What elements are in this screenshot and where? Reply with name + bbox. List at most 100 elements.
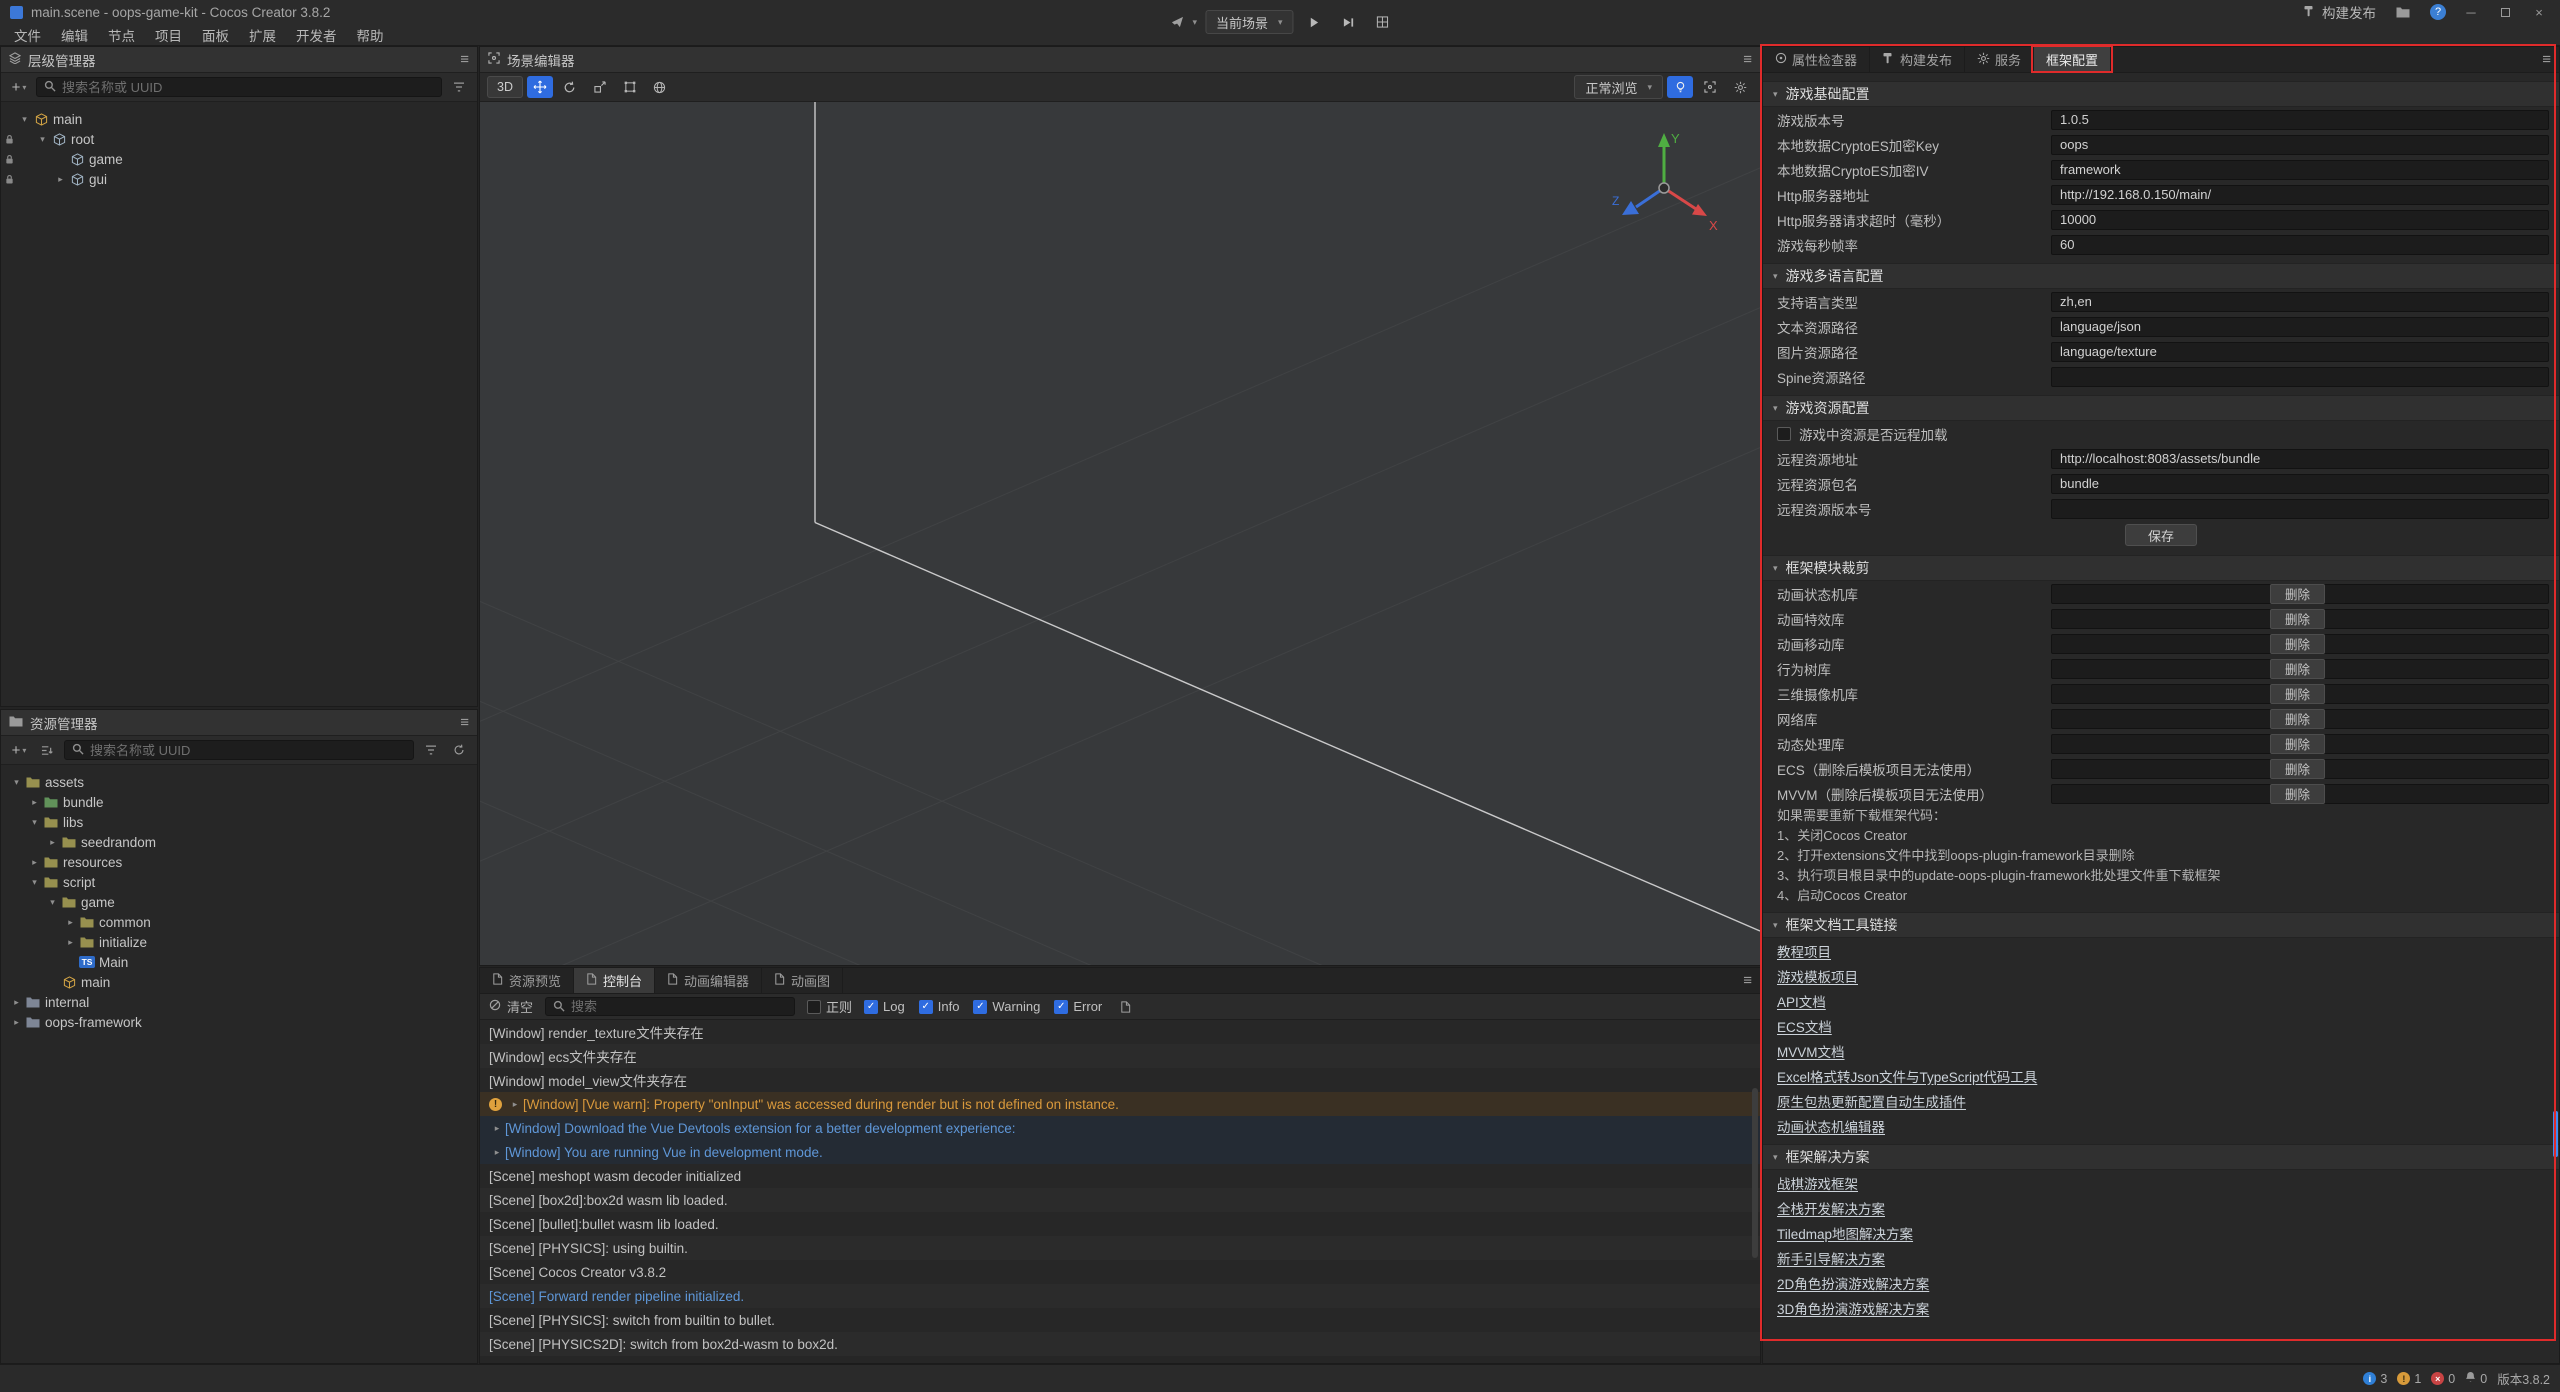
tree-row[interactable]: ▸internal — [1, 992, 477, 1012]
tree-row[interactable]: ▸seedrandom — [1, 832, 477, 852]
rotate-tool-button[interactable] — [557, 76, 583, 98]
expand-arrow[interactable]: ▸ — [27, 857, 42, 868]
doc-link[interactable]: MVVM文档 — [1777, 1041, 1845, 1061]
property-input[interactable]: 1.0.5 — [2051, 110, 2549, 130]
log-row[interactable]: !▸[Window] [Vue warn]: Property "onInput… — [480, 1092, 1760, 1116]
sort-icon[interactable] — [36, 740, 58, 760]
tree-row[interactable]: TSMain — [1, 952, 477, 972]
log-row[interactable]: [Scene] [PHYSICS2D]: switch from box2d-w… — [480, 1332, 1760, 1356]
frame-view-icon[interactable] — [1697, 76, 1723, 98]
property-input[interactable]: 10000 — [2051, 210, 2549, 230]
property-input[interactable]: http://192.168.0.150/main/ — [2051, 185, 2549, 205]
console-scrollbar[interactable] — [1752, 1088, 1758, 1258]
log-row[interactable]: [Window] model_view文件夹存在 — [480, 1068, 1760, 1092]
console-search-box[interactable] — [545, 997, 795, 1016]
property-input[interactable]: zh,en — [2051, 292, 2549, 312]
checkbox[interactable]: ✓ — [864, 1000, 878, 1014]
log-row[interactable]: ▸[Window] Download the Vue Devtools exte… — [480, 1116, 1760, 1140]
section-header[interactable]: ▾游戏基础配置 — [1763, 81, 2559, 107]
expand-arrow[interactable]: ▸ — [53, 174, 68, 185]
expand-arrow[interactable]: ▾ — [9, 777, 24, 788]
clear-button[interactable]: 清空 — [489, 997, 533, 1016]
chevron-down-icon[interactable]: ▾ — [1192, 17, 1197, 28]
log-row[interactable]: [Window] render_texture文件夹存在 — [480, 1020, 1760, 1044]
search-box[interactable] — [36, 77, 442, 97]
checkbox[interactable]: ✓ — [919, 1000, 933, 1014]
menu-item[interactable]: 项目 — [145, 25, 192, 45]
regex-checkbox[interactable] — [807, 1000, 821, 1014]
property-input[interactable] — [2051, 367, 2549, 387]
filter-log[interactable]: ✓Log — [864, 999, 905, 1014]
section-header[interactable]: ▾游戏多语言配置 — [1763, 263, 2559, 289]
log-row[interactable]: [Scene] Cocos Creator v3.8.2 — [480, 1260, 1760, 1284]
delete-button[interactable]: 删除 — [2270, 609, 2325, 629]
tree-row[interactable]: ▸bundle — [1, 792, 477, 812]
add-asset-button[interactable]: +▾ — [8, 740, 30, 760]
expand-arrow[interactable]: ▾ — [17, 114, 32, 125]
property-input[interactable]: oops — [2051, 135, 2549, 155]
property-input[interactable]: language/json — [2051, 317, 2549, 337]
panel-menu-icon[interactable]: ≡ — [1743, 972, 1752, 989]
filter-icon[interactable] — [448, 77, 470, 97]
log-row[interactable]: [Scene] Forward render pipeline initiali… — [480, 1284, 1760, 1308]
doc-link[interactable]: 全栈开发解决方案 — [1777, 1198, 1885, 1218]
help-icon[interactable]: ? — [2430, 4, 2446, 20]
view-mode-select[interactable]: 正常浏览 ▾ — [1574, 75, 1663, 99]
tree-row[interactable]: ▸oops-framework — [1, 1012, 477, 1032]
delete-button[interactable]: 删除 — [2270, 709, 2325, 729]
expand-arrow[interactable]: ▾ — [35, 134, 50, 145]
filter-info[interactable]: ✓Info — [919, 999, 960, 1014]
doc-link[interactable]: 新手引导解决方案 — [1777, 1248, 1885, 1268]
build-publish-button[interactable]: 构建发布 — [2303, 2, 2376, 22]
expand-arrow[interactable]: ▸ — [9, 997, 24, 1008]
tree-row[interactable]: ▸resources — [1, 852, 477, 872]
delete-button[interactable]: 删除 — [2270, 634, 2325, 654]
section-header[interactable]: ▾框架模块裁剪 — [1763, 555, 2559, 581]
doc-link[interactable]: 2D角色扮演游戏解决方案 — [1777, 1273, 1929, 1293]
doc-link[interactable]: 动画状态机编辑器 — [1777, 1116, 1885, 1136]
console-tab[interactable]: 资源预览 — [480, 968, 574, 993]
tree-row[interactable]: ▾script — [1, 872, 477, 892]
delete-button[interactable]: 删除 — [2270, 584, 2325, 604]
expand-arrow[interactable]: ▾ — [27, 817, 42, 828]
doc-link[interactable]: 3D角色扮演游戏解决方案 — [1777, 1298, 1929, 1318]
expand-arrow[interactable]: ▸ — [45, 837, 60, 848]
tree-row[interactable]: ▾libs — [1, 812, 477, 832]
log-row[interactable]: [Window] ecs文件夹存在 — [480, 1044, 1760, 1068]
log-row[interactable]: [Scene] [bullet]:bullet wasm lib loaded. — [480, 1212, 1760, 1236]
property-input[interactable] — [2051, 499, 2549, 519]
expand-arrow[interactable]: ▸ — [489, 1123, 505, 1134]
log-row[interactable]: [Scene] meshopt wasm decoder initialized — [480, 1164, 1760, 1188]
panel-menu-icon[interactable]: ≡ — [460, 714, 469, 731]
tree-row[interactable]: ▸gui — [1, 169, 477, 189]
tree-row[interactable]: ▾root — [1, 129, 477, 149]
log-row[interactable]: [Scene] [PHYSICS]: using builtin. — [480, 1236, 1760, 1260]
doc-link[interactable]: API文档 — [1777, 991, 1826, 1011]
menu-item[interactable]: 节点 — [98, 25, 145, 45]
checkbox[interactable]: ✓ — [973, 1000, 987, 1014]
expand-arrow[interactable]: ▸ — [489, 1147, 505, 1158]
inspector-scrollbar[interactable] — [2553, 1111, 2558, 1157]
console-search-input[interactable] — [571, 999, 787, 1014]
panel-menu-icon[interactable]: ≡ — [1743, 51, 1752, 68]
doc-link[interactable]: 战棋游戏框架 — [1777, 1173, 1858, 1193]
property-input[interactable]: bundle — [2051, 474, 2549, 494]
panel-menu-icon[interactable]: ≡ — [460, 51, 469, 68]
section-header[interactable]: ▾框架文档工具链接 — [1763, 912, 2559, 938]
inspector-tab[interactable]: 框架配置 — [2034, 47, 2111, 72]
log-count-badge[interactable]: i 3 — [2363, 1372, 2387, 1386]
tree-row[interactable]: game — [1, 149, 477, 169]
notification-badge[interactable]: 0 — [2465, 1371, 2487, 1386]
tree-row[interactable]: ▾main — [1, 109, 477, 129]
expand-arrow[interactable]: ▸ — [9, 1017, 24, 1028]
move-tool-button[interactable] — [527, 76, 553, 98]
scene-settings-gear-icon[interactable] — [1727, 76, 1753, 98]
panel-menu-icon[interactable]: ≡ — [2542, 51, 2551, 68]
filter-warning[interactable]: ✓Warning — [973, 999, 1040, 1014]
tree-row[interactable]: ▾game — [1, 892, 477, 912]
expand-arrow[interactable]: ▾ — [45, 897, 60, 908]
log-row[interactable]: [Scene] [box2d]:box2d wasm lib loaded. — [480, 1188, 1760, 1212]
mode-3d-toggle[interactable]: 3D — [487, 76, 523, 98]
lighting-toggle[interactable] — [1667, 76, 1693, 98]
search-input[interactable] — [90, 743, 406, 758]
